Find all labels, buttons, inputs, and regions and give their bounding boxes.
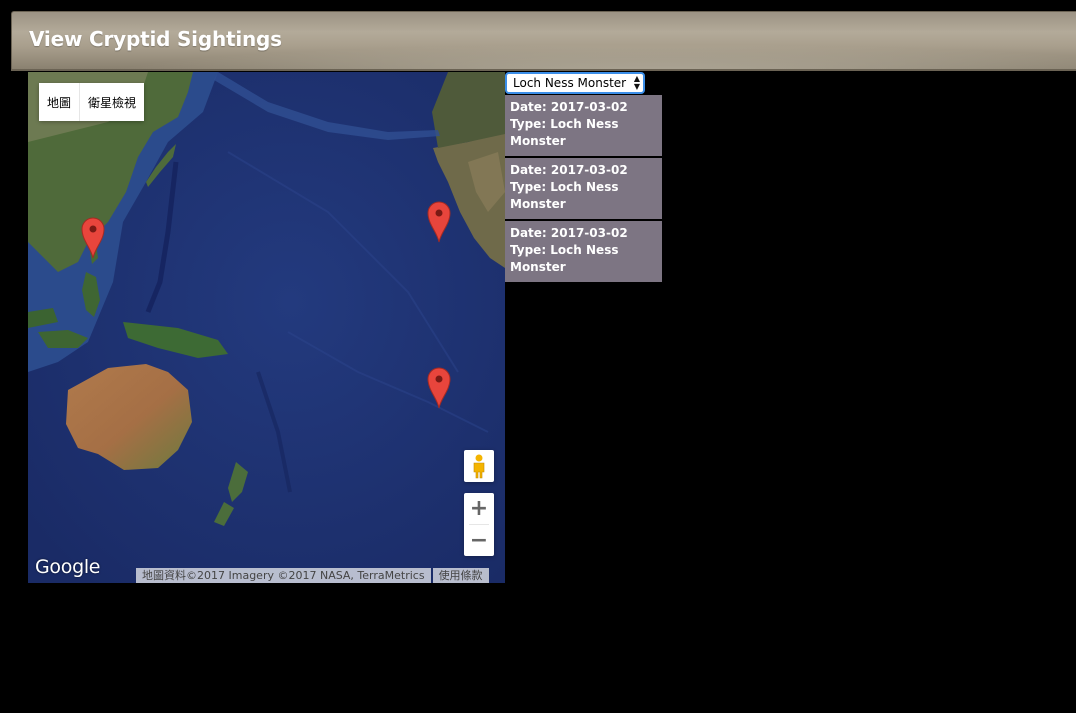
cryptid-type-select[interactable]: Loch Ness Monster ▲ ▼ [505,72,645,94]
sighting-type: Type: Loch Ness Monster [510,180,619,211]
map-view[interactable]: 地圖 衛星檢視 + − Google 地圖資料©2017 Imagery ©20… [28,72,505,583]
sighting-date: Date: 2017-03-02 [510,163,628,177]
map-pin-icon[interactable] [426,199,452,243]
sighting-card[interactable]: Date: 2017-03-02 Type: Loch Ness Monster [505,158,662,219]
google-logo[interactable]: Google [35,556,101,578]
map-type-satellite-button[interactable]: 衛星檢視 [79,83,145,121]
sighting-type: Type: Loch Ness Monster [510,117,619,148]
select-arrows-icon: ▲ ▼ [633,74,640,91]
page-title: View Cryptid Sightings [29,27,282,51]
satellite-imagery [28,72,505,583]
sightings-list: Date: 2017-03-02 Type: Loch Ness Monster… [505,95,662,284]
sighting-type: Type: Loch Ness Monster [510,243,619,274]
pegman-icon [473,454,485,479]
map-attribution: 地圖資料©2017 Imagery ©2017 NASA, TerraMetri… [136,568,489,583]
zoom-out-button[interactable]: − [464,525,494,556]
zoom-in-button[interactable]: + [464,493,494,524]
map-pin-icon[interactable] [426,365,452,409]
street-view-pegman-button[interactable] [464,450,494,482]
map-type-map-button[interactable]: 地圖 [39,83,80,121]
map-pin-icon[interactable] [80,215,106,259]
sighting-card[interactable]: Date: 2017-03-02 Type: Loch Ness Monster [505,221,662,282]
page-header: View Cryptid Sightings [11,11,1076,71]
sighting-card[interactable]: Date: 2017-03-02 Type: Loch Ness Monster [505,95,662,156]
selected-type: Loch Ness Monster [513,76,627,90]
attribution-text: 地圖資料©2017 Imagery ©2017 NASA, TerraMetri… [136,568,431,583]
zoom-control: + − [464,493,494,556]
sighting-date: Date: 2017-03-02 [510,100,628,114]
map-type-control: 地圖 衛星檢視 [39,83,145,121]
terms-of-use-link[interactable]: 使用條款 [432,568,489,583]
sighting-date: Date: 2017-03-02 [510,226,628,240]
